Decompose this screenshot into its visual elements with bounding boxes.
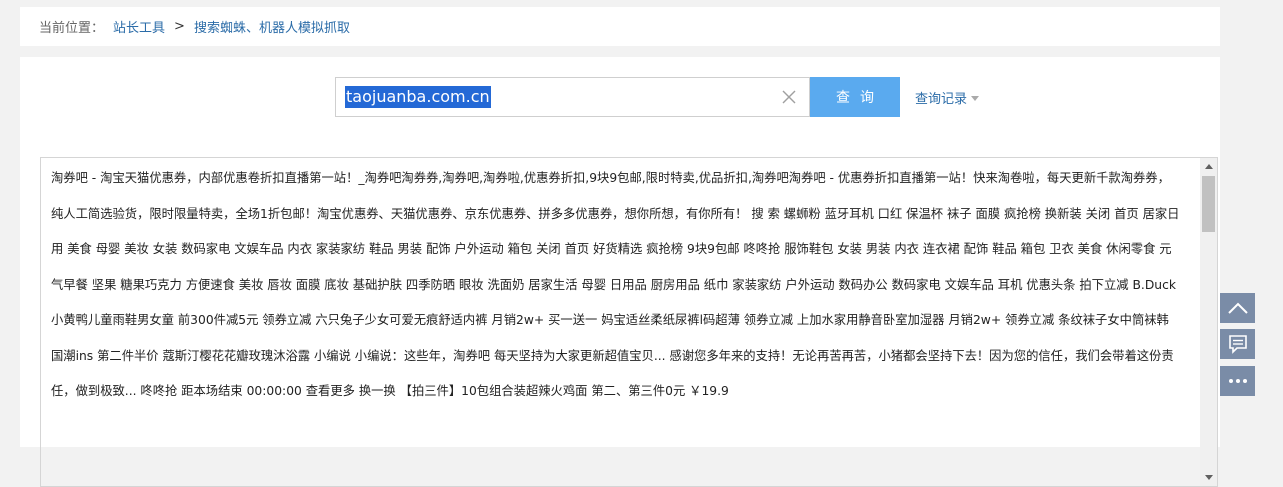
caret-down-icon [971, 95, 980, 101]
breadcrumb-item-webmaster-tools[interactable]: 站长工具 [113, 17, 165, 36]
search-input[interactable]: taojuanba.com.cn [335, 77, 810, 117]
comment-icon [1228, 335, 1247, 354]
breadcrumb-item-spider-simulator[interactable]: 搜索蜘蛛、机器人模拟抓取 [194, 17, 350, 36]
scroll-down-arrow-icon[interactable] [1205, 475, 1213, 480]
search-input-value[interactable]: taojuanba.com.cn [345, 86, 491, 108]
breadcrumb: 当前位置： 站长工具 > 搜索蜘蛛、机器人模拟抓取 [20, 7, 1220, 46]
result-text: 淘券吧 - 淘宝天猫优惠券，内部优惠卷折扣直播第一站！_淘券吧淘券券,淘券吧,淘… [51, 171, 1180, 398]
query-history-label: 查询记录 [915, 92, 968, 107]
more-dots-icon [1228, 379, 1247, 383]
breadcrumb-separator: > [174, 19, 185, 34]
more-button[interactable] [1220, 366, 1255, 396]
clear-icon[interactable] [779, 87, 799, 107]
breadcrumb-prefix: 当前位置： [39, 21, 105, 36]
result-textarea[interactable]: 淘券吧 - 淘宝天猫优惠券，内部优惠卷折扣直播第一站！_淘券吧淘券券,淘券吧,淘… [40, 157, 1218, 487]
scroll-up-arrow-icon[interactable] [1205, 164, 1213, 169]
main-panel: taojuanba.com.cn 查询 查询记录 淘券吧 - 淘宝天猫优惠券，内… [20, 57, 1220, 487]
search-button[interactable]: 查询 [810, 77, 900, 117]
back-to-top-button[interactable] [1220, 293, 1255, 323]
feedback-button[interactable] [1220, 329, 1255, 359]
scrollbar-thumb[interactable] [1202, 176, 1215, 232]
chevron-up-icon [1227, 302, 1248, 314]
query-history-dropdown[interactable]: 查询记录 [915, 88, 980, 107]
